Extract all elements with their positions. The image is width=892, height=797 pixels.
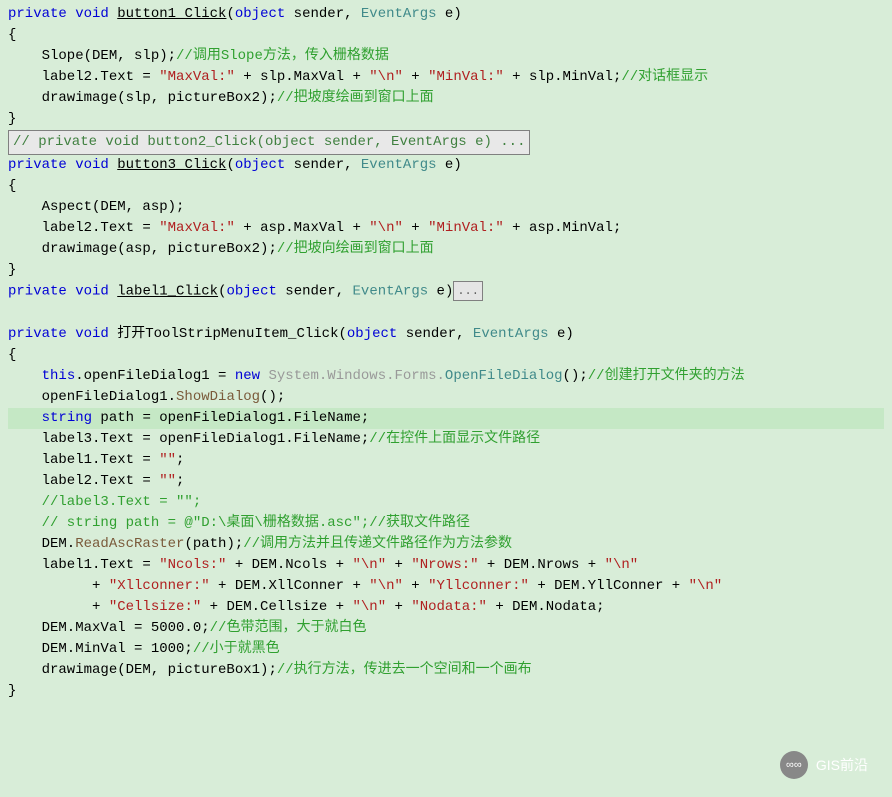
code-line: label1.Text = "Ncols:" + DEM.Ncols + "\n… <box>8 555 884 576</box>
watermark: ∞∞ GIS前沿 <box>780 751 868 779</box>
watermark-text: GIS前沿 <box>816 755 868 776</box>
code-line: openFileDialog1.ShowDialog(); <box>8 387 884 408</box>
code-line: private void button3_Click(object sender… <box>8 155 884 176</box>
code-line: label1.Text = ""; <box>8 450 884 471</box>
code-line: Slope(DEM, slp);//调用Slope方法，传入栅格数据 <box>8 46 884 67</box>
code-line: DEM.MinVal = 1000;//小于就黑色 <box>8 639 884 660</box>
code-line: Aspect(DEM, asp); <box>8 197 884 218</box>
fold-indicator[interactable]: ... <box>453 281 483 301</box>
code-line: private void label1_Click(object sender,… <box>8 281 884 303</box>
code-line: { <box>8 176 884 197</box>
watermark-icon: ∞∞ <box>780 751 808 779</box>
code-line: DEM.MaxVal = 5000.0;//色带范围，大于就白色 <box>8 618 884 639</box>
code-line: //label3.Text = ""; <box>8 492 884 513</box>
code-line: { <box>8 345 884 366</box>
code-line: private void 打开ToolStripMenuItem_Click(o… <box>8 324 884 345</box>
code-line: drawimage(DEM, pictureBox1);//执行方法，传进去一个… <box>8 660 884 681</box>
code-line: this.openFileDialog1 = new System.Window… <box>8 366 884 387</box>
code-line: label2.Text = "MaxVal:" + asp.MaxVal + "… <box>8 218 884 239</box>
code-line: } <box>8 109 884 130</box>
code-line: DEM.ReadAscRaster(path);//调用方法并且传递文件路径作为… <box>8 534 884 555</box>
code-line: + "Xllconner:" + DEM.XllConner + "\n" + … <box>8 576 884 597</box>
code-fold-line[interactable]: // private void button2_Click(object sen… <box>8 130 884 155</box>
code-line-highlighted: string path = openFileDialog1.FileName; <box>8 408 884 429</box>
code-line: label2.Text = ""; <box>8 471 884 492</box>
code-line: drawimage(asp, pictureBox2);//把坡向绘画到窗口上面 <box>8 239 884 260</box>
code-line: } <box>8 260 884 281</box>
code-line: { <box>8 25 884 46</box>
code-line: private void button1_Click(object sender… <box>8 4 884 25</box>
code-line <box>8 303 884 324</box>
code-line: label3.Text = openFileDialog1.FileName;/… <box>8 429 884 450</box>
code-line: // string path = @"D:\桌面\栅格数据.asc";//获取文… <box>8 513 884 534</box>
code-line: drawimage(slp, pictureBox2);//把坡度绘画到窗口上面 <box>8 88 884 109</box>
code-line: + "Cellsize:" + DEM.Cellsize + "\n" + "N… <box>8 597 884 618</box>
code-line: } <box>8 681 884 702</box>
code-line: label2.Text = "MaxVal:" + slp.MaxVal + "… <box>8 67 884 88</box>
code-editor[interactable]: private void button1_Click(object sender… <box>8 4 884 702</box>
